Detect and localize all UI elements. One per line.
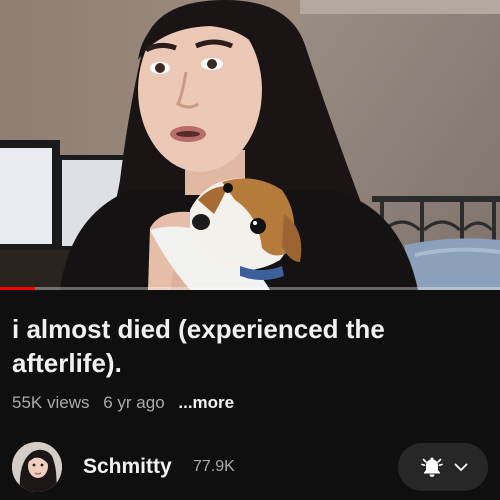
avatar-image [12,442,62,492]
more-link[interactable]: ...more [178,393,234,412]
chevron-down-icon [454,463,468,471]
video-frame [0,0,500,290]
youtube-watch-screen: i almost died (experienced the afterlife… [0,0,500,500]
video-title[interactable]: i almost died (experienced the afterlife… [12,312,482,380]
view-count: 55K views [12,393,90,412]
video-player[interactable] [0,0,500,290]
upload-age: 6 yr ago [103,393,165,412]
progress-fill [0,287,35,290]
bell-notify-icon [421,457,443,477]
channel-avatar[interactable] [12,442,62,492]
channel-name[interactable]: Schmitty [83,455,172,479]
subscriber-count: 77.9K [193,458,235,475]
video-meta-row[interactable]: 55K views 6 yr ago ...more [12,392,234,414]
progress-bar[interactable] [0,287,500,290]
notification-settings-button[interactable] [398,443,488,491]
channel-row: Schmitty 77.9K [12,440,488,492]
